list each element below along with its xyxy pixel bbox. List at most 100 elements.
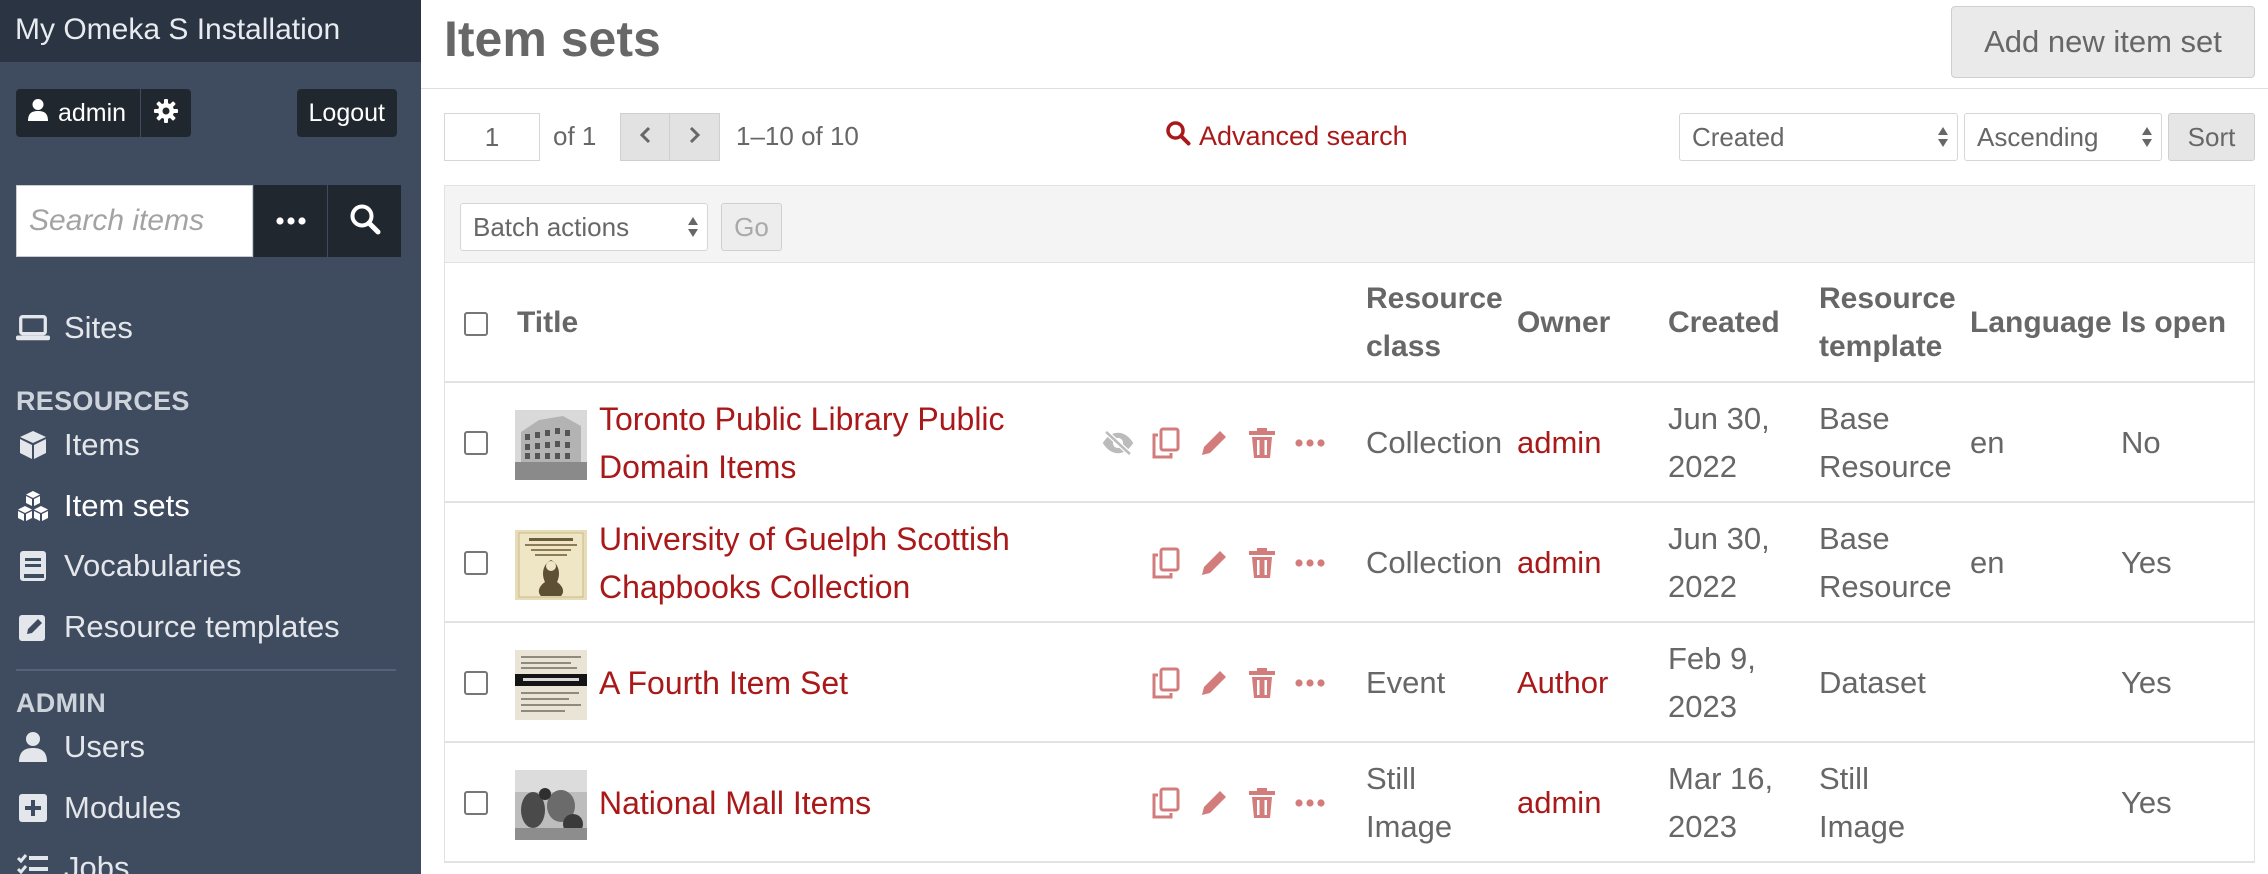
thumbnail-image[interactable] xyxy=(515,410,587,480)
select-arrows-icon xyxy=(1938,127,1948,147)
created-cell: Jun 30, xyxy=(1668,401,1770,436)
item-set-title-link[interactable]: National Mall Items xyxy=(599,779,1019,827)
installation-title[interactable]: My Omeka S Installation xyxy=(0,0,421,62)
sidebar-item-item-sets[interactable]: Item sets xyxy=(16,488,190,524)
ellipsis-icon[interactable] xyxy=(1293,546,1327,580)
thumbnail-image[interactable] xyxy=(515,530,587,600)
page-number-input[interactable]: 1 xyxy=(444,113,540,161)
row-checkbox[interactable] xyxy=(464,671,488,695)
template-cell: Dataset xyxy=(1819,665,1926,700)
trash-icon[interactable] xyxy=(1245,786,1279,820)
sort-order-select[interactable]: Ascending xyxy=(1964,113,2162,161)
copy-icon[interactable] xyxy=(1149,786,1183,820)
batch-actions-bar: Batch actions Go xyxy=(444,185,2255,263)
row-checkbox[interactable] xyxy=(464,551,488,575)
ellipsis-icon[interactable] xyxy=(1293,426,1327,460)
column-resource-template-line2: template xyxy=(1819,330,1943,363)
search-icon xyxy=(349,203,381,240)
sidebar-item-label: Item sets xyxy=(64,488,190,523)
chevron-left-icon xyxy=(639,126,651,149)
is-open-cell: No xyxy=(2121,425,2161,460)
sidebar-item-jobs[interactable]: Jobs xyxy=(16,850,129,874)
search-icon xyxy=(1165,120,1191,153)
search-submit-button[interactable] xyxy=(327,185,401,257)
thumbnail-image[interactable] xyxy=(515,650,587,720)
previous-page-button[interactable] xyxy=(620,113,670,161)
sidebar-item-items[interactable]: Items xyxy=(16,427,140,463)
sidebar-divider xyxy=(16,669,396,671)
sidebar-item-label: Resource templates xyxy=(64,609,340,644)
template-cell: Base xyxy=(1819,521,1890,556)
eye-slash-icon xyxy=(1101,426,1135,460)
template-cell: Still xyxy=(1819,761,1869,796)
column-title[interactable]: Title xyxy=(517,299,578,347)
owner-link[interactable]: admin xyxy=(1517,419,1601,467)
ellipsis-icon[interactable] xyxy=(1293,786,1327,820)
row-checkbox[interactable] xyxy=(464,791,488,815)
settings-button[interactable] xyxy=(141,89,191,137)
tasks-icon xyxy=(16,851,50,874)
item-set-title-link[interactable]: A Fourth Item Set xyxy=(599,659,1019,707)
book-icon xyxy=(16,549,50,583)
column-created[interactable]: Created xyxy=(1668,299,1780,347)
add-new-item-set-button[interactable]: Add new item set xyxy=(1951,6,2255,78)
created-cell: Jun 30, xyxy=(1668,521,1770,556)
pencil-square-icon xyxy=(16,610,50,644)
trash-icon[interactable] xyxy=(1245,426,1279,460)
advanced-search-link[interactable]: Advanced search xyxy=(1165,120,1408,153)
sidebar-item-label: Sites xyxy=(64,310,133,345)
item-set-title-link[interactable]: University of Guelph Scottish Chapbooks … xyxy=(599,515,1019,611)
sort-by-select[interactable]: Created xyxy=(1679,113,1958,161)
header-divider xyxy=(421,88,2268,89)
gear-icon xyxy=(153,98,179,129)
cube-icon xyxy=(16,428,50,462)
language-cell: en xyxy=(1970,545,2005,580)
item-sets-table: Title Resource class Owner Created Resou… xyxy=(444,263,2255,863)
sort-button[interactable]: Sort xyxy=(2168,113,2255,161)
pencil-icon[interactable] xyxy=(1197,786,1231,820)
owner-link[interactable]: Author xyxy=(1517,659,1608,707)
sidebar-item-modules[interactable]: Modules xyxy=(16,790,181,826)
sort-order-value: Ascending xyxy=(1977,122,2099,152)
cubes-icon xyxy=(16,489,50,523)
pencil-icon[interactable] xyxy=(1197,426,1231,460)
pencil-icon[interactable] xyxy=(1197,666,1231,700)
resource-class-cell: Image xyxy=(1366,809,1453,844)
template-cell: Resource xyxy=(1819,449,1952,484)
batch-actions-select[interactable]: Batch actions xyxy=(460,203,708,251)
pencil-icon[interactable] xyxy=(1197,546,1231,580)
sidebar-item-resource-templates[interactable]: Resource templates xyxy=(16,609,340,645)
created-cell: Feb 9, xyxy=(1668,641,1756,676)
sidebar: My Omeka S Installation admin Logout Sea… xyxy=(0,0,421,874)
search-input[interactable] xyxy=(16,185,253,257)
select-all-checkbox[interactable] xyxy=(464,312,488,336)
sidebar-item-label: Vocabularies xyxy=(64,548,242,583)
template-cell: Image xyxy=(1819,809,1906,844)
owner-link[interactable]: admin xyxy=(1517,539,1601,587)
sidebar-item-vocabularies[interactable]: Vocabularies xyxy=(16,548,242,584)
copy-icon[interactable] xyxy=(1149,666,1183,700)
sidebar-item-sites[interactable]: Sites xyxy=(16,310,133,346)
item-set-title-link[interactable]: Toronto Public Library Public Domain Ite… xyxy=(599,395,1019,491)
copy-icon[interactable] xyxy=(1149,546,1183,580)
resource-class-cell: Still xyxy=(1366,761,1416,796)
thumbnail-image[interactable] xyxy=(515,770,587,840)
owner-link[interactable]: admin xyxy=(1517,779,1601,827)
sidebar-item-users[interactable]: Users xyxy=(16,729,145,765)
trash-icon[interactable] xyxy=(1245,546,1279,580)
column-resource-class-line2: class xyxy=(1366,330,1442,363)
row-checkbox[interactable] xyxy=(464,431,488,455)
next-page-button[interactable] xyxy=(670,113,720,161)
is-open-cell: Yes xyxy=(2121,785,2172,820)
page-count: of 1 xyxy=(553,121,597,151)
go-button[interactable]: Go xyxy=(721,203,782,251)
ellipsis-icon[interactable] xyxy=(1293,666,1327,700)
trash-icon[interactable] xyxy=(1245,666,1279,700)
copy-icon[interactable] xyxy=(1149,426,1183,460)
users-icon xyxy=(16,730,50,764)
is-open-cell: Yes xyxy=(2121,665,2172,700)
user-button[interactable]: admin xyxy=(16,89,142,137)
logout-button[interactable]: Logout xyxy=(296,89,397,137)
search-options-button[interactable] xyxy=(253,185,327,257)
laptop-icon xyxy=(16,311,50,345)
